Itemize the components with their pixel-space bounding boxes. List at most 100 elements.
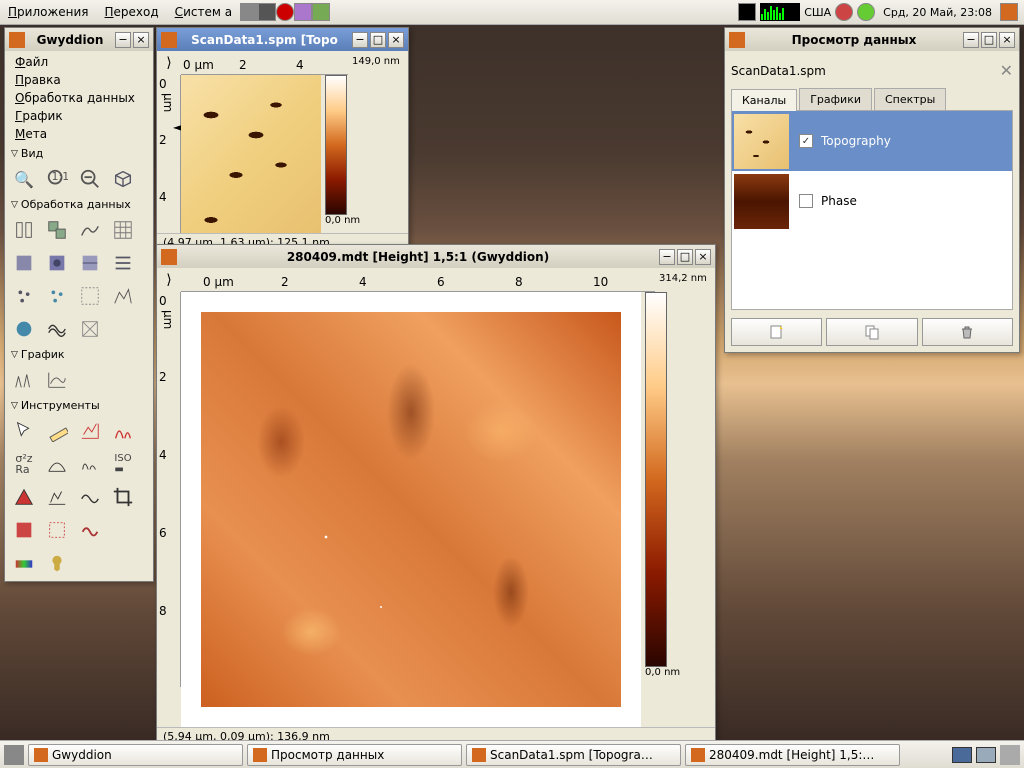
pidgin-icon[interactable] — [294, 3, 312, 21]
tab-channels[interactable]: Каналы — [731, 89, 797, 111]
maximize-button[interactable]: □ — [677, 249, 693, 265]
minimize-button[interactable]: − — [352, 32, 368, 48]
tool-icon[interactable] — [9, 482, 39, 512]
maximize-button[interactable]: □ — [981, 32, 997, 48]
channel-row[interactable]: ✓ Topography — [732, 111, 1012, 171]
channel-row[interactable]: Phase — [732, 171, 1012, 231]
visibility-checkbox[interactable]: ✓ — [799, 134, 813, 148]
maximize-button[interactable]: □ — [370, 32, 386, 48]
tool-icon[interactable] — [42, 482, 72, 512]
gwyddion-tray-icon[interactable] — [1000, 3, 1018, 21]
task-button[interactable]: Просмотр данных — [247, 744, 462, 766]
clock[interactable]: Срд, 20 Май, 23:08 — [879, 6, 996, 19]
opera-icon[interactable] — [276, 3, 294, 21]
scan-image[interactable] — [201, 312, 621, 707]
tray-app-icon[interactable] — [240, 3, 258, 21]
tool-icon[interactable] — [9, 215, 39, 245]
ruler-tool-icon[interactable] — [42, 416, 72, 446]
trash-icon[interactable] — [1000, 745, 1020, 765]
colorbar[interactable] — [325, 75, 347, 215]
keyboard-indicator[interactable]: США — [804, 6, 831, 19]
close-file-button[interactable]: ✕ — [1000, 61, 1013, 80]
menu-graph[interactable]: График — [5, 107, 153, 125]
menu-file[interactable]: Файл — [5, 53, 153, 71]
task-button[interactable]: 280409.mdt [Height] 1,5:… — [685, 744, 900, 766]
titlebar[interactable]: 280409.mdt [Height] 1,5:1 (Gwyddion) − □… — [157, 245, 715, 268]
minimize-button[interactable]: − — [659, 249, 675, 265]
tool-icon[interactable] — [9, 515, 39, 545]
zoom-out-icon[interactable] — [75, 164, 105, 194]
tool-icon[interactable] — [9, 248, 39, 278]
tool-icon[interactable] — [75, 248, 105, 278]
close-button[interactable]: × — [388, 32, 404, 48]
close-button[interactable]: × — [695, 249, 711, 265]
visibility-checkbox[interactable] — [799, 194, 813, 208]
menu-places[interactable]: Переход — [97, 0, 167, 25]
mask-tool-icon[interactable] — [42, 549, 72, 579]
tray-icon[interactable] — [857, 3, 875, 21]
tool-icon[interactable] — [9, 314, 39, 344]
section-view[interactable]: Вид — [5, 145, 153, 162]
spectro-tool-icon[interactable] — [108, 416, 138, 446]
tool-icon[interactable] — [42, 248, 72, 278]
network-monitor-icon[interactable] — [760, 3, 800, 21]
close-button[interactable]: × — [133, 32, 149, 48]
tool-icon[interactable] — [75, 281, 105, 311]
crop-tool-icon[interactable] — [108, 482, 138, 512]
minimize-button[interactable]: − — [963, 32, 979, 48]
menu-applications[interactable]: Приложения — [0, 0, 97, 25]
tool-icon[interactable] — [42, 314, 72, 344]
stats-tool-icon[interactable]: σ²zRa — [9, 449, 39, 479]
tool-icon[interactable] — [9, 365, 39, 395]
section-process[interactable]: Обработка данных — [5, 196, 153, 213]
tool-icon[interactable] — [75, 314, 105, 344]
new-button[interactable] — [731, 318, 822, 346]
tool-icon[interactable] — [108, 215, 138, 245]
delete-button[interactable] — [922, 318, 1013, 346]
tool-icon[interactable] — [42, 215, 72, 245]
profile-tool-icon[interactable] — [75, 416, 105, 446]
titlebar[interactable]: Gwyddion − × — [5, 28, 153, 51]
workspace-switcher[interactable] — [952, 747, 972, 763]
view-menu-button[interactable]: ⟩ — [157, 51, 181, 75]
colorbar[interactable] — [645, 292, 667, 667]
iso-tool-icon[interactable]: ISO▬ — [108, 449, 138, 479]
tab-spectra[interactable]: Спектры — [874, 88, 946, 110]
close-button[interactable]: × — [999, 32, 1015, 48]
titlebar[interactable]: ScanData1.spm [Topo − □ × — [157, 28, 408, 51]
tool-icon[interactable] — [75, 515, 105, 545]
section-tools[interactable]: Инструменты — [5, 397, 153, 414]
zoom-11-icon[interactable]: 1:1 — [42, 164, 72, 194]
view-menu-button[interactable]: ⟩ — [157, 268, 181, 292]
menu-edit[interactable]: Правка — [5, 71, 153, 89]
tool-icon[interactable] — [108, 248, 138, 278]
tool-icon[interactable] — [75, 449, 105, 479]
tool-icon[interactable] — [75, 482, 105, 512]
tray-app-icon[interactable] — [258, 3, 276, 21]
menu-meta[interactable]: Мета — [5, 125, 153, 143]
menu-dataprocess[interactable]: Обработка данных — [5, 89, 153, 107]
tool-icon[interactable] — [42, 515, 72, 545]
view-3d-icon[interactable] — [108, 164, 138, 194]
tool-icon[interactable] — [42, 365, 72, 395]
titlebar[interactable]: Просмотр данных − □ × — [725, 28, 1019, 51]
section-graph[interactable]: График — [5, 346, 153, 363]
tool-icon[interactable] — [108, 281, 138, 311]
task-button[interactable]: ScanData1.spm [Topogra… — [466, 744, 681, 766]
tool-icon[interactable] — [9, 281, 39, 311]
task-button[interactable]: Gwyddion — [28, 744, 243, 766]
minimize-button[interactable]: − — [115, 32, 131, 48]
tab-graphs[interactable]: Графики — [799, 88, 872, 110]
pointer-tool-icon[interactable] — [9, 416, 39, 446]
tray-icon[interactable] — [835, 3, 853, 21]
scan-image[interactable] — [181, 75, 321, 233]
tool-icon[interactable] — [75, 215, 105, 245]
tray-app-icon[interactable] — [312, 3, 330, 21]
show-desktop-button[interactable] — [4, 745, 24, 765]
menu-system[interactable]: Систем а — [167, 0, 240, 25]
gradient-tool-icon[interactable] — [9, 549, 39, 579]
zoom-in-icon[interactable]: 🔍 — [9, 164, 39, 194]
workspace-switcher[interactable] — [976, 747, 996, 763]
copy-button[interactable] — [826, 318, 917, 346]
volume-icon[interactable] — [738, 3, 756, 21]
